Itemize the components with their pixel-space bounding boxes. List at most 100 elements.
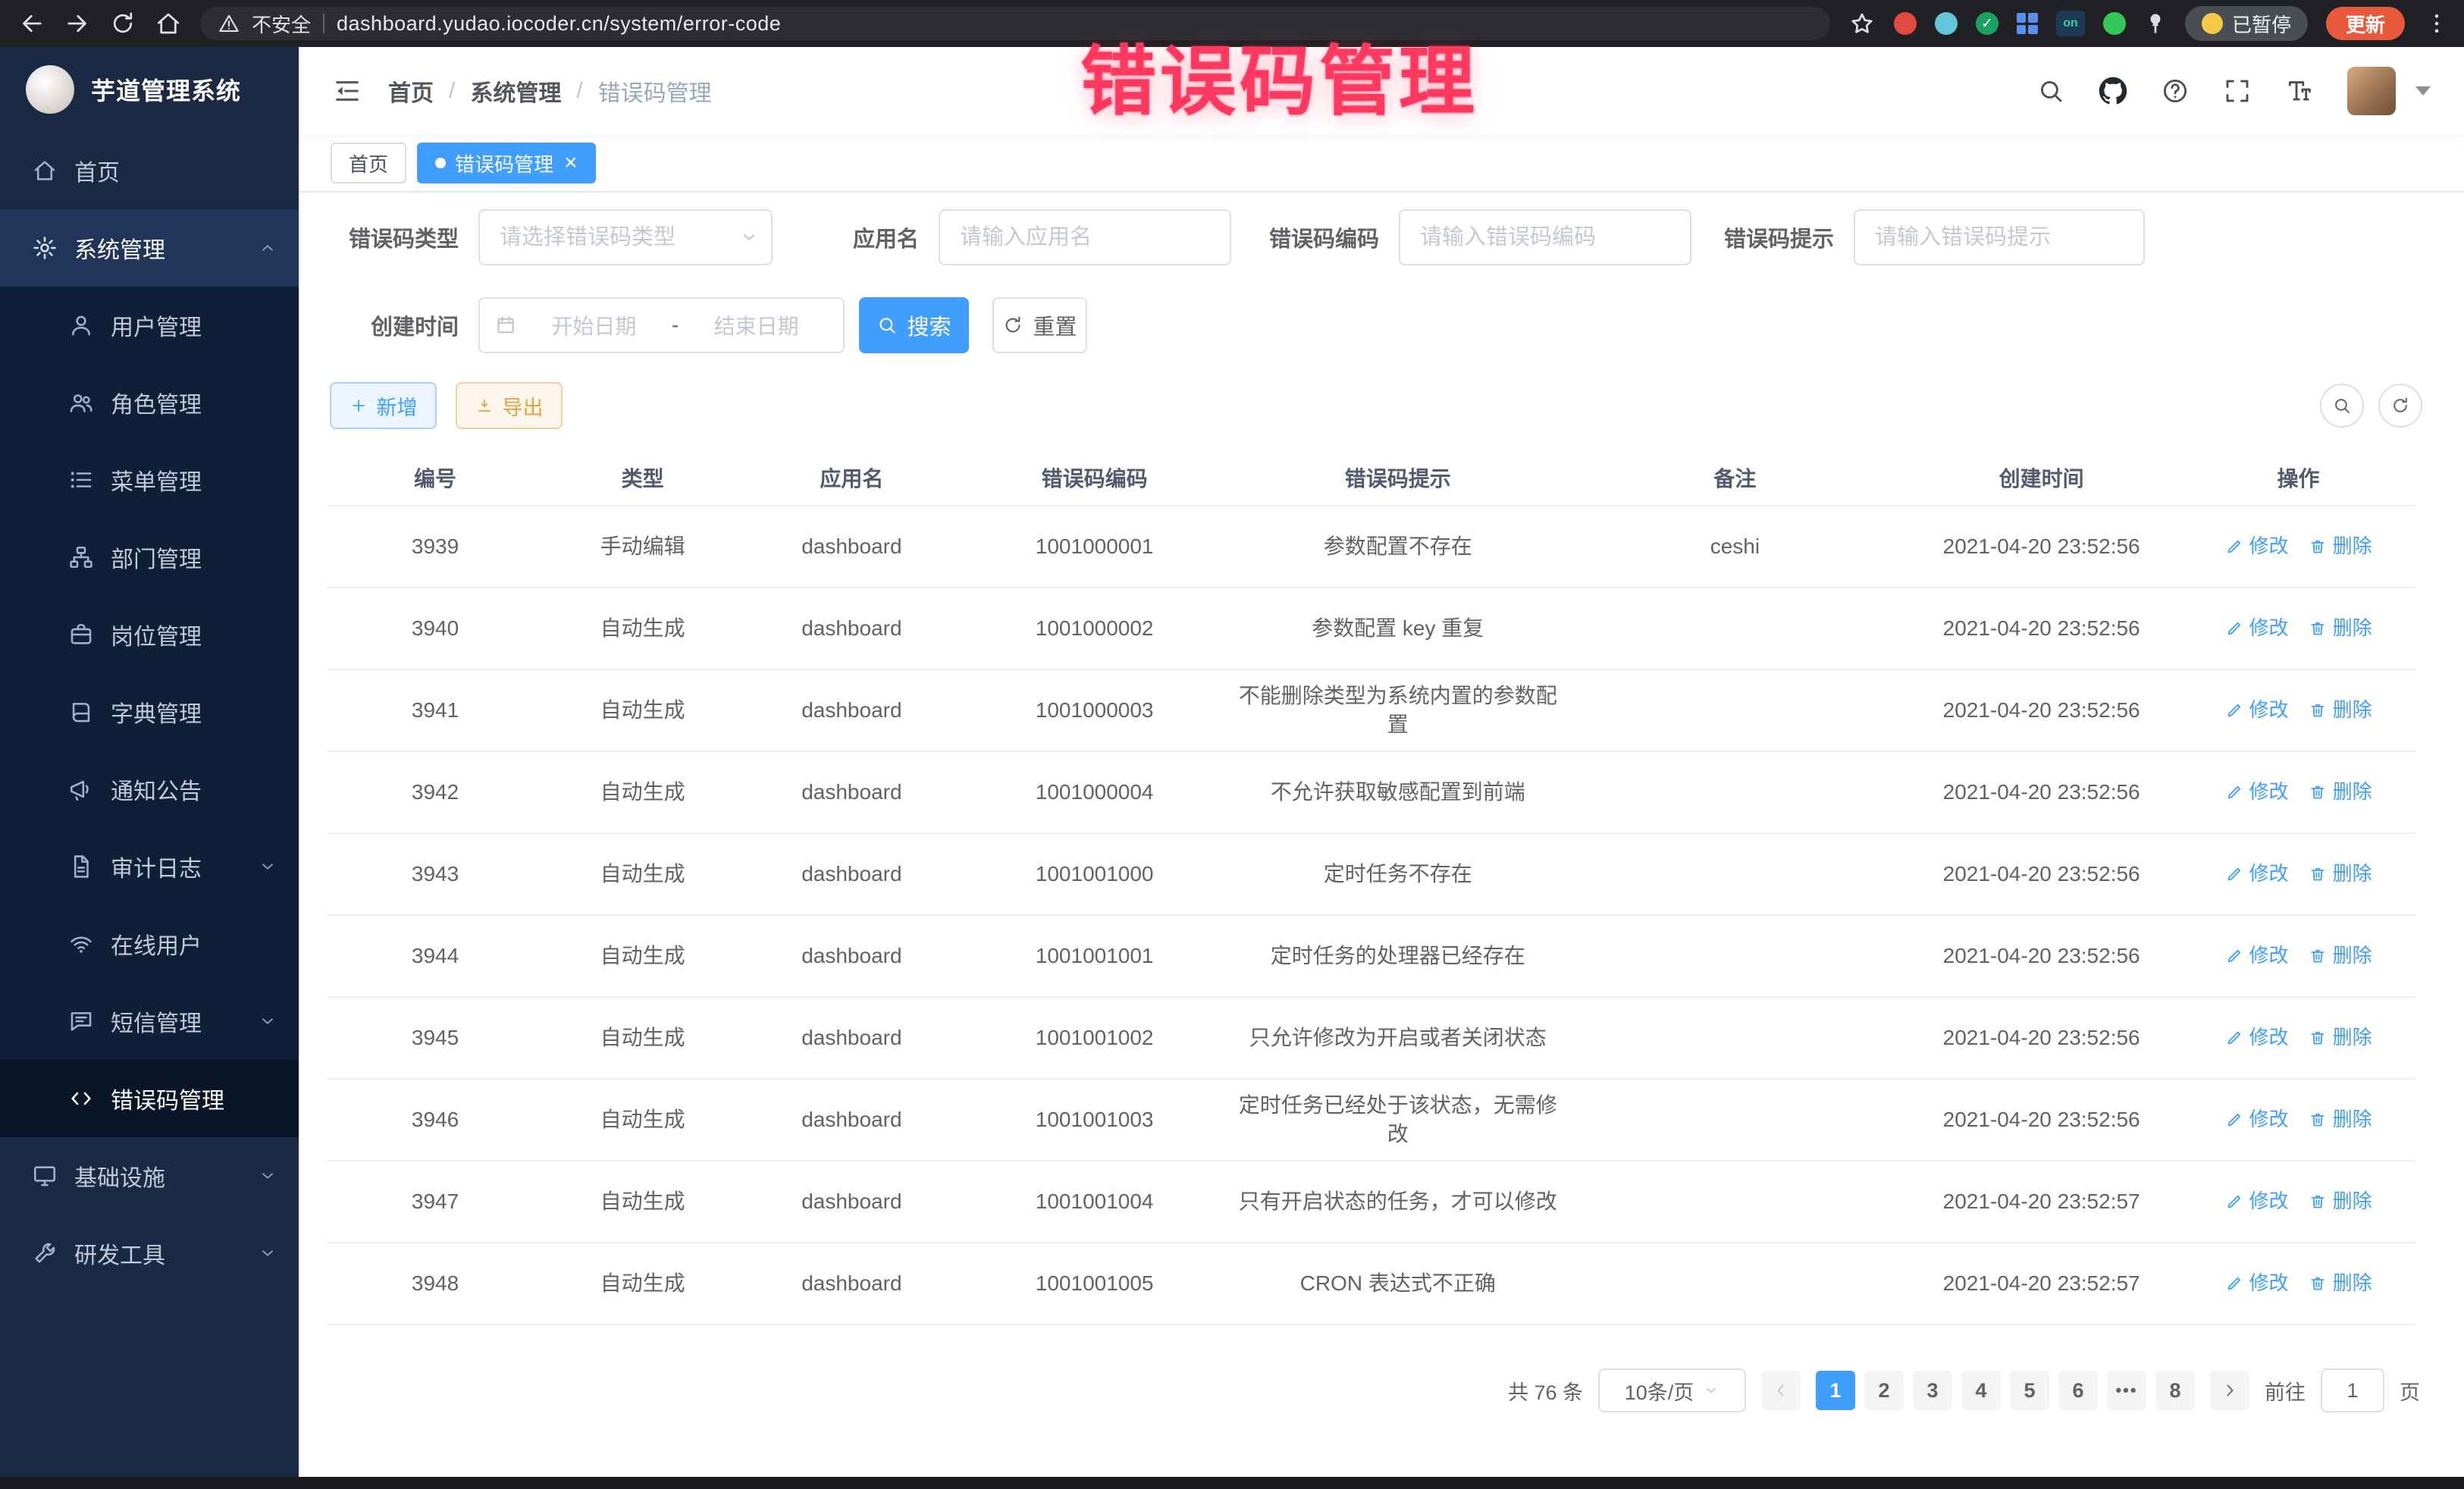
error-hint-input[interactable] — [1854, 209, 2145, 265]
delete-link[interactable]: 删除 — [2309, 615, 2372, 641]
sidebar-item[interactable]: 研发工具 — [0, 1215, 299, 1292]
edit-link[interactable]: 修改 — [2225, 779, 2289, 805]
help-icon[interactable] — [2161, 77, 2190, 105]
page-button[interactable]: 5 — [2010, 1371, 2049, 1410]
logo[interactable]: 芋道管理系统 — [0, 47, 299, 132]
edit-link[interactable]: 修改 — [2225, 533, 2289, 560]
delete-link[interactable]: 删除 — [2309, 533, 2372, 560]
delete-link[interactable]: 删除 — [2309, 1024, 2372, 1051]
delete-link[interactable]: 删除 — [2309, 697, 2372, 723]
extension-icon[interactable] — [1935, 12, 1958, 35]
breadcrumb-system[interactable]: 系统管理 — [470, 74, 561, 108]
page-button[interactable]: 8 — [2155, 1371, 2195, 1410]
font-size-icon[interactable] — [2285, 77, 2314, 105]
extension-grid-icon[interactable] — [2017, 13, 2038, 34]
extension-icon[interactable]: ✓ — [1976, 12, 1998, 35]
delete-link[interactable]: 删除 — [2309, 1106, 2372, 1133]
goto-page-input[interactable] — [2321, 1368, 2384, 1412]
edit-icon — [2225, 1274, 2243, 1293]
close-icon[interactable]: × — [564, 152, 578, 174]
delete-link[interactable]: 删除 — [2309, 779, 2372, 805]
add-button[interactable]: 新增 — [330, 382, 437, 429]
next-page-button[interactable] — [2210, 1371, 2249, 1410]
delete-link[interactable]: 删除 — [2309, 1188, 2372, 1215]
github-icon[interactable] — [2099, 77, 2127, 105]
page-size-select[interactable]: 10条/页 — [1598, 1368, 1746, 1412]
reset-button[interactable]: 重置 — [992, 297, 1087, 353]
error-code-input[interactable] — [1399, 209, 1691, 265]
sidebar-item[interactable]: 基础设施 — [0, 1137, 299, 1215]
user-avatar[interactable] — [2347, 67, 2396, 115]
edit-link[interactable]: 修改 — [2225, 860, 2289, 887]
search-icon — [2332, 396, 2352, 415]
search-icon[interactable] — [2036, 77, 2065, 105]
cell-code: 1001001000 — [961, 860, 1227, 889]
edit-link[interactable]: 修改 — [2225, 942, 2289, 969]
cell-message: 定时任务不存在 — [1227, 860, 1569, 889]
extension-icon[interactable] — [1894, 12, 1917, 35]
sidebar-item[interactable]: 审计日志 — [0, 828, 299, 905]
page-button[interactable]: 1 — [1816, 1371, 1855, 1410]
page-button[interactable]: 4 — [1961, 1371, 2001, 1410]
browser-reload-icon[interactable] — [109, 10, 136, 37]
edit-link[interactable]: 修改 — [2225, 697, 2289, 723]
error-type-select-input[interactable] — [478, 209, 773, 265]
page-button[interactable]: 6 — [2058, 1371, 2098, 1410]
update-button[interactable]: 更新 — [2326, 7, 2405, 40]
refresh-icon — [2390, 396, 2410, 415]
fullscreen-icon[interactable] — [2223, 77, 2252, 105]
browser-home-icon[interactable] — [155, 10, 182, 37]
edit-link[interactable]: 修改 — [2225, 1106, 2289, 1133]
sidebar-item[interactable]: 通知公告 — [0, 751, 299, 828]
cell-time: 2021-04-20 23:52:56 — [1901, 942, 2181, 970]
search-button[interactable]: 搜索 — [859, 297, 969, 353]
sidebar-item[interactable]: 部门管理 — [0, 519, 299, 596]
cell-code: 1001001004 — [961, 1187, 1227, 1216]
prev-page-button[interactable] — [1761, 1371, 1801, 1410]
sidebar-item[interactable]: 角色管理 — [0, 364, 299, 441]
delete-link[interactable]: 删除 — [2309, 942, 2372, 969]
edit-link[interactable]: 修改 — [2225, 1188, 2289, 1215]
sidebar-item[interactable]: 字典管理 — [0, 673, 299, 751]
tab-error-code[interactable]: 错误码管理 × — [417, 143, 596, 183]
sidebar-item[interactable]: 在线用户 — [0, 905, 299, 983]
tab-home[interactable]: 首页 — [331, 143, 406, 183]
breadcrumb-home[interactable]: 首页 — [388, 74, 434, 108]
date-range-picker[interactable]: 开始日期 - 结束日期 — [478, 297, 845, 353]
error-type-select[interactable] — [478, 209, 773, 265]
edit-icon — [2225, 1029, 2243, 1047]
extension-on-badge[interactable]: on — [2056, 11, 2085, 36]
browser-forward-icon[interactable] — [64, 10, 91, 37]
app-name-input[interactable] — [939, 209, 1231, 265]
bookmark-star-icon[interactable] — [1848, 10, 1876, 37]
pagination-pages: 123456•••8 — [1816, 1371, 2195, 1410]
paused-badge[interactable]: 已暂停 — [2185, 6, 2308, 41]
refresh-button[interactable] — [2378, 384, 2422, 428]
page-button[interactable]: 3 — [1913, 1371, 1952, 1410]
edit-link[interactable]: 修改 — [2225, 1270, 2289, 1296]
breadcrumb-separator: / — [449, 78, 455, 104]
sidebar-item[interactable]: 菜单管理 — [0, 441, 299, 519]
delete-link[interactable]: 删除 — [2309, 860, 2372, 887]
sidebar-item[interactable]: 用户管理 — [0, 287, 299, 364]
page-button[interactable]: 2 — [1864, 1371, 1904, 1410]
browser-back-icon[interactable] — [18, 10, 45, 37]
menu-fold-icon[interactable] — [332, 76, 362, 106]
sidebar-item[interactable]: 错误码管理 — [0, 1060, 299, 1137]
toggle-search-button[interactable] — [2320, 384, 2364, 428]
address-bar[interactable]: 不安全 dashboard.yudao.iocoder.cn/system/er… — [200, 7, 1830, 40]
extensions-pin-icon[interactable] — [2144, 12, 2167, 35]
cell-id: 3944 — [327, 942, 544, 970]
edit-link[interactable]: 修改 — [2225, 1024, 2289, 1051]
export-button[interactable]: 导出 — [456, 382, 563, 429]
sidebar-item[interactable]: 首页 — [0, 132, 299, 209]
delete-link[interactable]: 删除 — [2309, 1270, 2372, 1296]
sidebar-item[interactable]: 系统管理 — [0, 209, 299, 287]
sidebar-item[interactable]: 短信管理 — [0, 983, 299, 1060]
extension-icon[interactable] — [2103, 12, 2126, 35]
sidebar-item[interactable]: 岗位管理 — [0, 596, 299, 673]
caret-down-icon[interactable] — [2415, 86, 2431, 96]
page-ellipsis[interactable]: ••• — [2107, 1371, 2146, 1410]
kebab-menu-icon[interactable] — [2423, 10, 2450, 37]
edit-link[interactable]: 修改 — [2225, 615, 2289, 641]
